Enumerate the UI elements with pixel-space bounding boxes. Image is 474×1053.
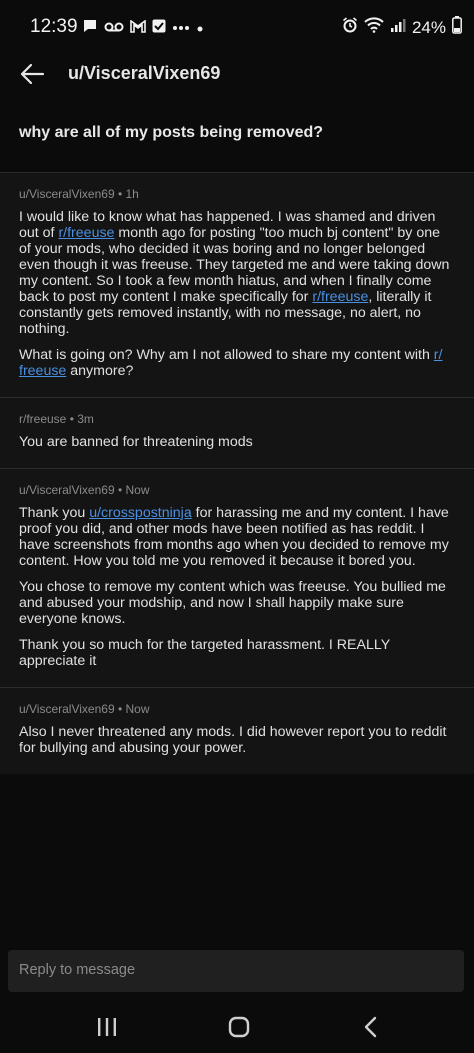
wifi-icon xyxy=(364,17,384,38)
message-item: r/freeuse • 3m You are banned for threate… xyxy=(0,397,474,468)
message-text: You chose to remove my content which was… xyxy=(19,579,446,627)
nav-back-button[interactable] xyxy=(356,1014,386,1040)
message-meta[interactable]: u/VisceralVixen69 • Now xyxy=(19,483,455,497)
reply-input[interactable]: Reply to message xyxy=(8,950,464,992)
message-paragraph: I would like to know what has happened. … xyxy=(19,209,455,337)
message-text: Thank you xyxy=(19,505,90,521)
home-button[interactable] xyxy=(224,1014,254,1040)
message-text: Thank you so much for the targeted haras… xyxy=(19,637,390,669)
message-paragraph: You are banned for threatening mods xyxy=(19,434,455,450)
signal-icon xyxy=(390,17,406,38)
mention-link[interactable]: r/freeuse xyxy=(58,225,114,241)
back-icon xyxy=(364,1016,377,1038)
chat-icon xyxy=(82,18,98,39)
message-item: u/VisceralVixen69 • Now Also I never thre… xyxy=(0,687,474,774)
status-bar: 12:39 24% xyxy=(0,0,474,56)
message-paragraph: What is going on? Why am I not allowed t… xyxy=(19,347,455,379)
gmail-icon xyxy=(130,18,146,38)
message-item: u/VisceralVixen69 • Now Thank you u/cross… xyxy=(0,468,474,687)
message-paragraph: Thank you u/crosspostninja for harassing… xyxy=(19,505,455,569)
check-icon xyxy=(152,19,166,38)
app-header: u/VisceralVixen69 xyxy=(0,52,474,96)
message-meta[interactable]: u/VisceralVixen69 • 1h xyxy=(19,187,455,201)
system-nav-bar xyxy=(0,1002,474,1053)
mention-link[interactable]: r/freeuse xyxy=(312,289,368,305)
message-text: What is going on? Why am I not allowed t… xyxy=(19,347,434,363)
page-title: u/VisceralVixen69 xyxy=(68,63,221,83)
battery-icon xyxy=(452,16,462,39)
back-button[interactable] xyxy=(18,60,46,88)
dot-icon xyxy=(196,20,204,38)
message-thread: u/VisceralVixen69 • 1h I would like to kn… xyxy=(0,172,474,774)
voicemail-icon xyxy=(104,20,124,38)
message-paragraph: Also I never threatened any mods. I did … xyxy=(19,724,455,756)
reply-placeholder: Reply to message xyxy=(19,962,136,978)
arrow-left-icon xyxy=(20,63,45,85)
recents-icon xyxy=(98,1018,116,1036)
message-text: anymore? xyxy=(66,363,134,379)
message-item: u/VisceralVixen69 • 1h I would like to kn… xyxy=(0,172,474,397)
dots-icon xyxy=(172,20,190,38)
status-system-icons: 24% xyxy=(342,16,462,39)
battery-percent: 24% xyxy=(411,17,446,37)
message-meta[interactable]: r/freeuse • 3m xyxy=(19,412,455,426)
message-meta[interactable]: u/VisceralVixen69 • Now xyxy=(19,702,455,716)
home-icon xyxy=(228,1016,250,1038)
status-time: 12:39 xyxy=(30,16,78,37)
message-text: Also I never threatened any mods. I did … xyxy=(19,724,447,756)
mention-link[interactable]: u/crosspostninja xyxy=(89,505,192,521)
message-text: You are banned for threatening mods xyxy=(19,434,253,450)
alarm-icon xyxy=(342,17,358,38)
message-subject: why are all of my posts being removed? xyxy=(19,124,324,141)
message-paragraph: Thank you so much for the targeted haras… xyxy=(19,637,455,669)
recents-button[interactable] xyxy=(92,1014,122,1040)
status-notification-icons xyxy=(82,18,204,39)
message-paragraph: You chose to remove my content which was… xyxy=(19,579,455,627)
